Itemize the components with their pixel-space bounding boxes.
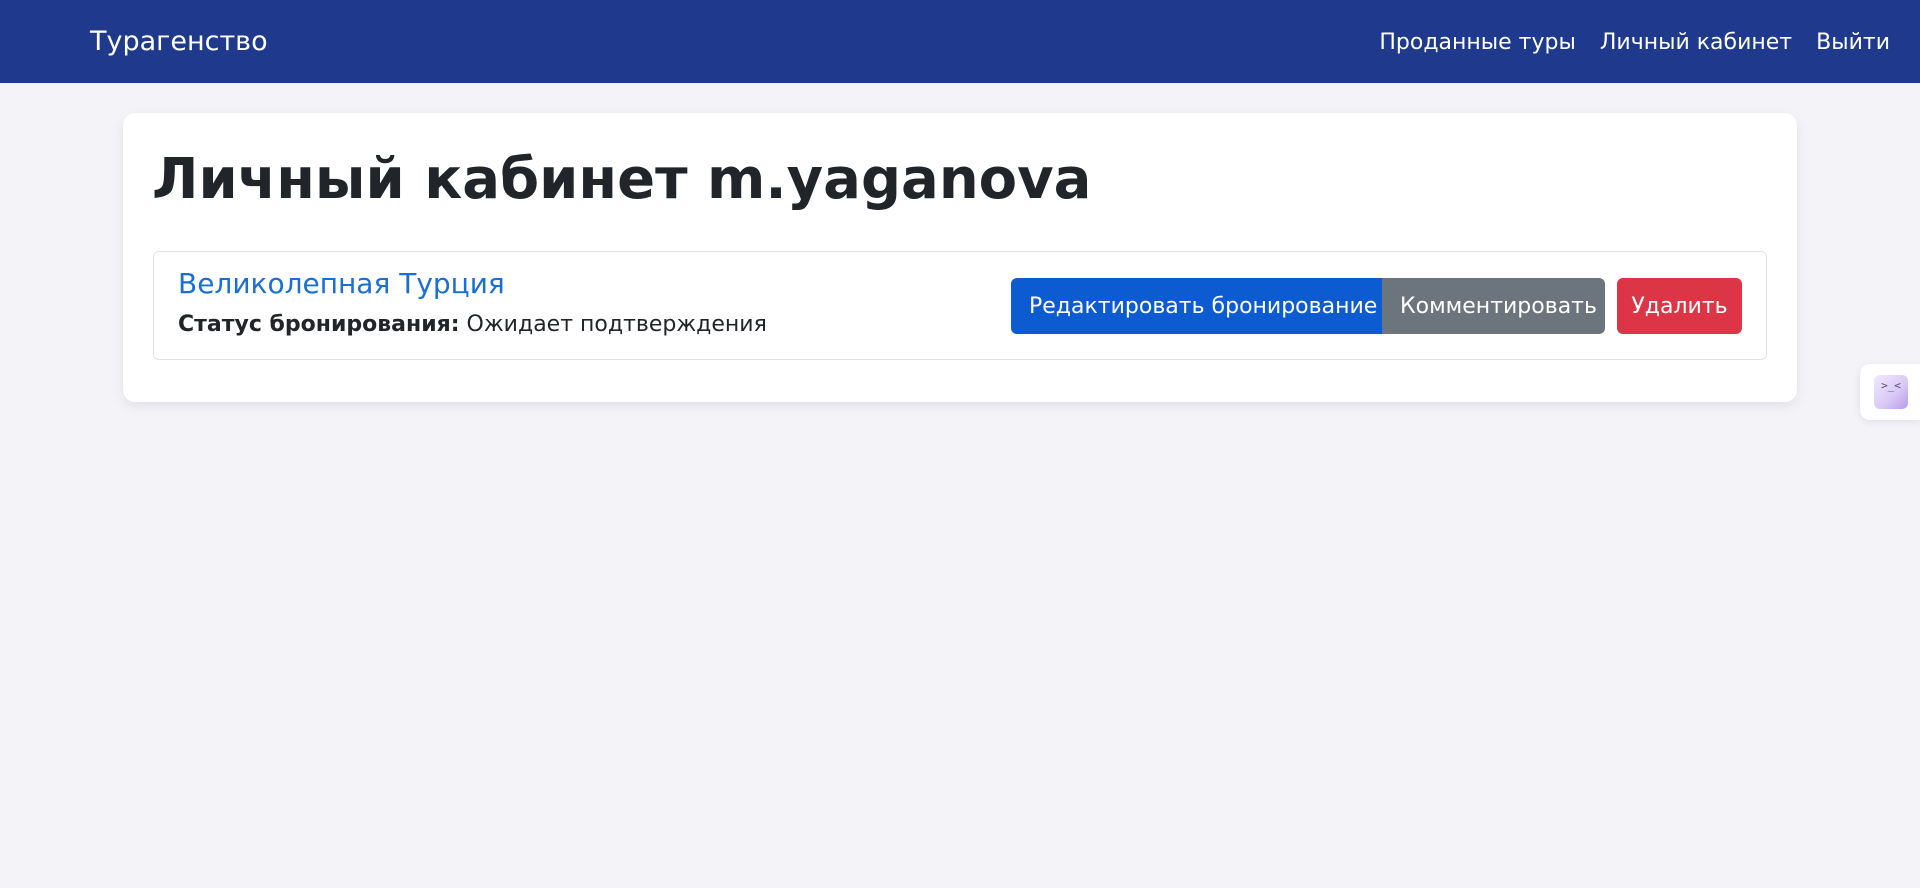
account-card: Личный кабинет m.yaganova Великолепная Т…: [123, 113, 1797, 402]
booking-status: Статус бронирования: Ожидает подтвержден…: [178, 310, 767, 340]
assistant-icon: >_<: [1874, 375, 1908, 409]
nav-link-sold-tours[interactable]: Проданные туры: [1379, 28, 1576, 58]
booking-actions-group: Редактировать бронирование Комментироват…: [1011, 278, 1605, 334]
nav-link-logout[interactable]: Выйти: [1816, 28, 1890, 58]
status-value: Ожидает подтверждения: [466, 312, 767, 337]
nav-link-personal-account[interactable]: Личный кабинет: [1600, 28, 1792, 58]
side-assistant-widget[interactable]: >_<: [1860, 364, 1920, 420]
booking-item: Великолепная Турция Статус бронирования:…: [153, 251, 1767, 360]
nav-links: Проданные туры Личный кабинет Выйти: [1379, 28, 1890, 58]
brand-link[interactable]: Турагенство: [90, 25, 268, 59]
delete-button[interactable]: Удалить: [1617, 278, 1742, 334]
page-title: Личный кабинет m.yaganova: [152, 147, 1092, 212]
tour-name-link[interactable]: Великолепная Турция: [178, 266, 505, 302]
comment-button[interactable]: Комментировать: [1382, 278, 1605, 334]
edit-booking-button[interactable]: Редактировать бронирование: [1011, 278, 1382, 334]
top-navbar: Турагенство Проданные туры Личный кабине…: [0, 0, 1920, 83]
status-label: Статус бронирования:: [178, 312, 460, 337]
